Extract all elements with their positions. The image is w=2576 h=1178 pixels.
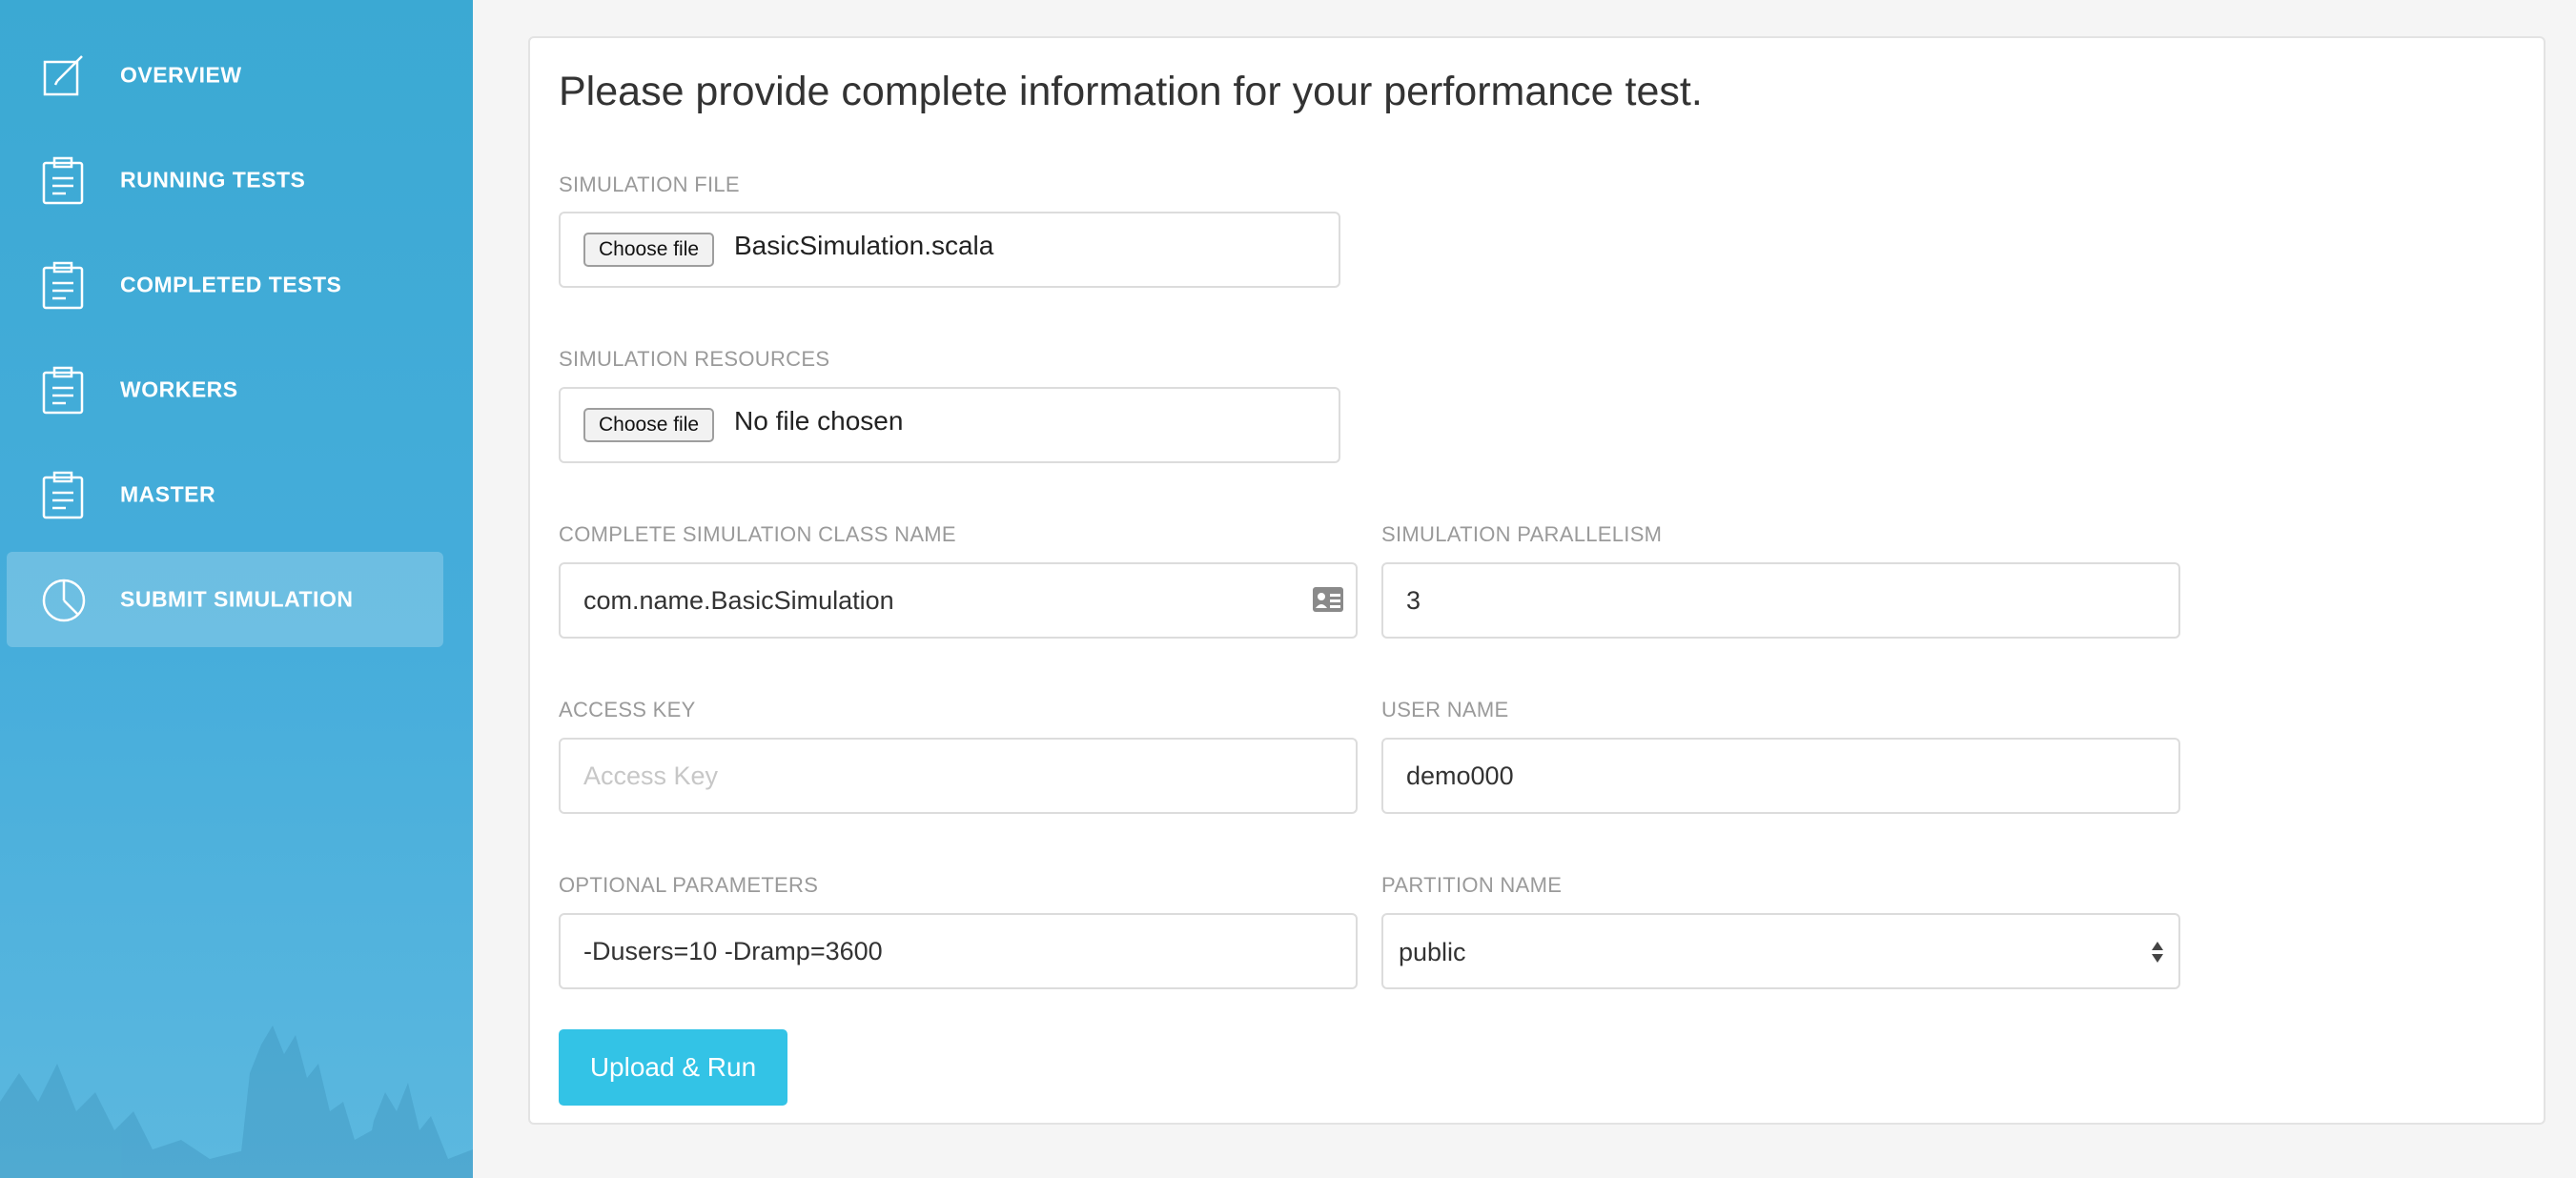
user-name-input[interactable] (1381, 738, 2180, 814)
choose-simulation-resources-button[interactable]: Choose file (583, 408, 715, 442)
class-name-wrapper (559, 562, 1358, 639)
simulation-file-label: SIMULATION FILE (559, 173, 740, 196)
partition-name-select[interactable]: public (1381, 913, 2180, 989)
select-arrows-icon (2152, 942, 2163, 963)
partition-name-selected: public (1399, 938, 1466, 966)
pie-chart-icon (40, 575, 88, 624)
sidebar-item-overview[interactable]: OVERVIEW (7, 28, 443, 123)
optional-parameters-input[interactable] (559, 913, 1358, 989)
choose-simulation-file-button[interactable]: Choose file (583, 233, 715, 267)
sidebar-item-submit-simulation[interactable]: SUBMIT SIMULATION (7, 552, 443, 647)
edit-icon (40, 51, 88, 100)
sidebar-item-label: SUBMIT SIMULATION (120, 586, 354, 612)
sidebar-item-label: MASTER (120, 481, 216, 507)
access-key-label: ACCESS KEY (559, 698, 696, 721)
sidebar: OVERVIEW RUNNING TESTS COMPLETED TESTS W… (0, 0, 473, 1178)
sidebar-item-label: RUNNING TESTS (120, 167, 306, 193)
sidebar-item-label: COMPLETED TESTS (120, 272, 342, 297)
page-title: Please provide complete information for … (559, 69, 1703, 114)
clipboard-icon (40, 470, 88, 519)
sidebar-item-label: WORKERS (120, 376, 238, 402)
simulation-resources-file-name: No file chosen (734, 406, 904, 436)
partition-name-label: PARTITION NAME (1381, 873, 1563, 897)
simulation-file-name: BasicSimulation.scala (734, 231, 994, 260)
sidebar-item-label: OVERVIEW (120, 62, 242, 88)
sidebar-item-completed-tests[interactable]: COMPLETED TESTS (7, 237, 443, 333)
clipboard-icon (40, 365, 88, 415)
parallelism-label: SIMULATION PARALLELISM (1381, 522, 1663, 546)
sidebar-item-workers[interactable]: WORKERS (7, 342, 443, 437)
sidebar-item-master[interactable]: MASTER (7, 447, 443, 542)
simulation-resources-label: SIMULATION RESOURCES (559, 347, 830, 371)
class-name-input[interactable] (559, 562, 1358, 639)
sidebar-item-running-tests[interactable]: RUNNING TESTS (7, 132, 443, 228)
parallelism-input[interactable] (1381, 562, 2180, 639)
clipboard-icon (40, 260, 88, 310)
contact-card-icon (1313, 587, 1343, 612)
access-key-input[interactable] (559, 738, 1358, 814)
upload-and-run-button[interactable]: Upload & Run (559, 1029, 787, 1106)
clipboard-icon (40, 155, 88, 205)
simulation-resources-field: Choose file No file chosen (559, 387, 1340, 463)
class-name-label: COMPLETE SIMULATION CLASS NAME (559, 522, 956, 546)
tree-silhouette-background (0, 1026, 473, 1178)
optional-parameters-label: OPTIONAL PARAMETERS (559, 873, 819, 897)
user-name-label: USER NAME (1381, 698, 1509, 721)
simulation-file-field: Choose file BasicSimulation.scala (559, 212, 1340, 288)
